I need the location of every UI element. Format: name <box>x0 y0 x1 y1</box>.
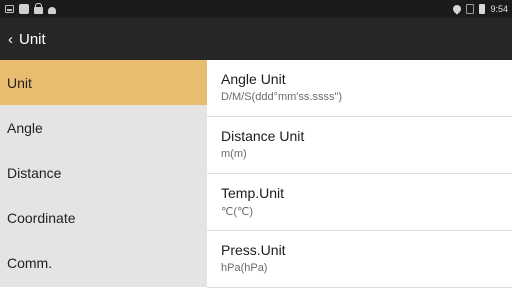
android-icon <box>48 6 56 14</box>
setting-value: D/M/S(ddd°mm'ss.ssss") <box>221 91 343 103</box>
location-icon <box>451 3 464 15</box>
sidebar-item-unit[interactable]: Unit <box>0 60 207 105</box>
setting-title: Distance Unit <box>221 128 305 144</box>
sidebar-item-label: Angle <box>7 119 43 136</box>
setting-value: hPa(hPa) <box>221 262 268 274</box>
settings-list: Angle Unit D/M/S(ddd°mm'ss.ssss") Distan… <box>207 60 512 288</box>
setting-value: m(m) <box>221 148 247 160</box>
lock-icon <box>34 3 43 14</box>
sidebar-item-comm[interactable]: Comm. <box>0 240 207 285</box>
status-time: 9:54 <box>490 4 508 14</box>
setting-distance-unit[interactable]: Distance Unit m(m) <box>207 117 512 174</box>
setting-value: ℃(℃) <box>221 206 254 218</box>
page-title: Unit <box>19 30 46 48</box>
back-icon[interactable]: ‹ <box>8 32 13 47</box>
sim-icon <box>466 4 475 14</box>
sidebar-item-label: Unit <box>7 74 32 91</box>
sidebar-item-label: Distance <box>7 164 62 181</box>
sidebar-item-label: Coordinate <box>7 209 76 226</box>
setting-temp-unit[interactable]: Temp.Unit ℃(℃) <box>207 174 512 231</box>
sidebar-item-angle[interactable]: Angle <box>0 105 207 150</box>
app-bar: ‹ Unit <box>0 18 512 60</box>
status-bar: 9:54 <box>0 0 512 18</box>
sidebar-item-distance[interactable]: Distance <box>0 150 207 195</box>
square-icon <box>19 4 29 14</box>
sidebar-item-coordinate[interactable]: Coordinate <box>0 195 207 240</box>
setting-title: Temp.Unit <box>221 185 285 201</box>
setting-title: Angle Unit <box>221 71 286 87</box>
sidebar-item-label: Comm. <box>7 254 53 271</box>
setting-angle-unit[interactable]: Angle Unit D/M/S(ddd°mm'ss.ssss") <box>207 60 512 117</box>
status-bar-right: 9:54 <box>451 3 508 15</box>
sidebar: Unit Angle Distance Coordinate Comm. <box>0 60 207 287</box>
setting-press-unit[interactable]: Press.Unit hPa(hPa) <box>207 231 512 288</box>
battery-icon <box>479 4 486 14</box>
setting-title: Press.Unit <box>221 242 286 258</box>
status-bar-left <box>5 3 56 14</box>
image-icon <box>5 5 14 13</box>
